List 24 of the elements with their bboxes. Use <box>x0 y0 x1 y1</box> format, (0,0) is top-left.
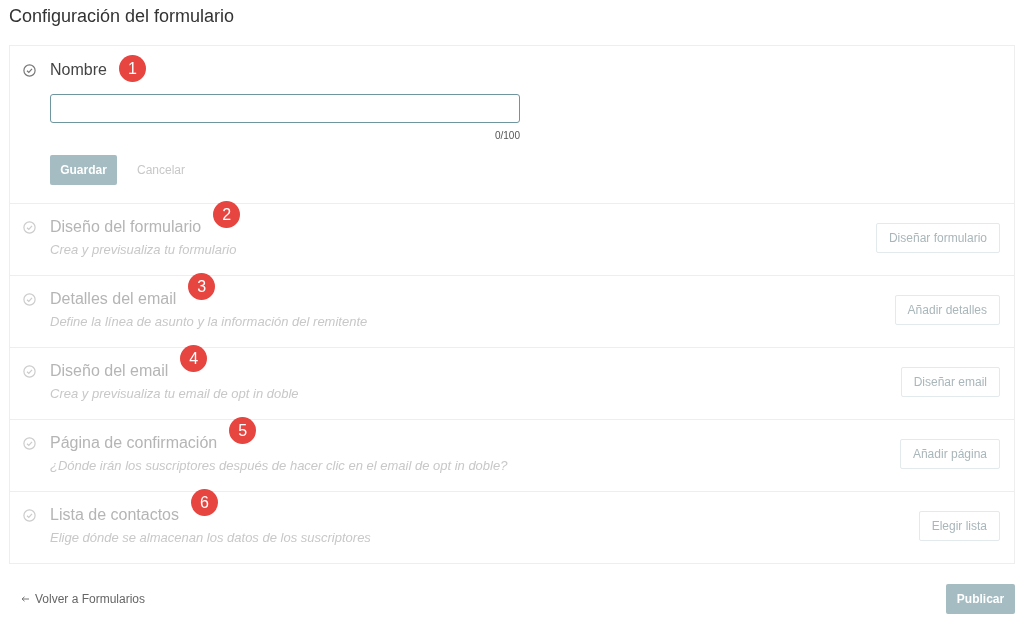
name-input-field[interactable] <box>50 94 520 123</box>
check-circle-icon <box>23 508 36 522</box>
step-title: Página de confirmación <box>50 434 218 451</box>
number-badge: 5 <box>229 417 257 444</box>
step-title: Detalles del email <box>50 290 177 307</box>
number-badge: 6 <box>190 489 218 516</box>
page-title: Configuración del formulario <box>9 5 236 28</box>
save-button[interactable]: Guardar <box>50 155 117 185</box>
number-badge: 1 <box>118 55 146 82</box>
publish-button[interactable]: Publicar <box>946 584 1015 614</box>
character-counter: 0/100 <box>493 130 520 141</box>
number-badge: 4 <box>180 345 208 372</box>
check-circle-icon <box>23 364 36 378</box>
left-arrow-icon <box>21 596 29 602</box>
step-title: Lista de contactos <box>50 506 179 523</box>
check-circle-icon <box>23 292 36 306</box>
check-circle-icon <box>23 220 36 234</box>
check-circle-icon <box>23 63 36 77</box>
step-title: Nombre <box>50 61 107 78</box>
number-badge: 3 <box>188 273 216 300</box>
number-badge: 2 <box>213 201 241 228</box>
step-title: Diseño del formulario <box>50 218 202 235</box>
check-circle-icon <box>23 436 36 450</box>
step-title: Diseño del email <box>50 362 169 379</box>
